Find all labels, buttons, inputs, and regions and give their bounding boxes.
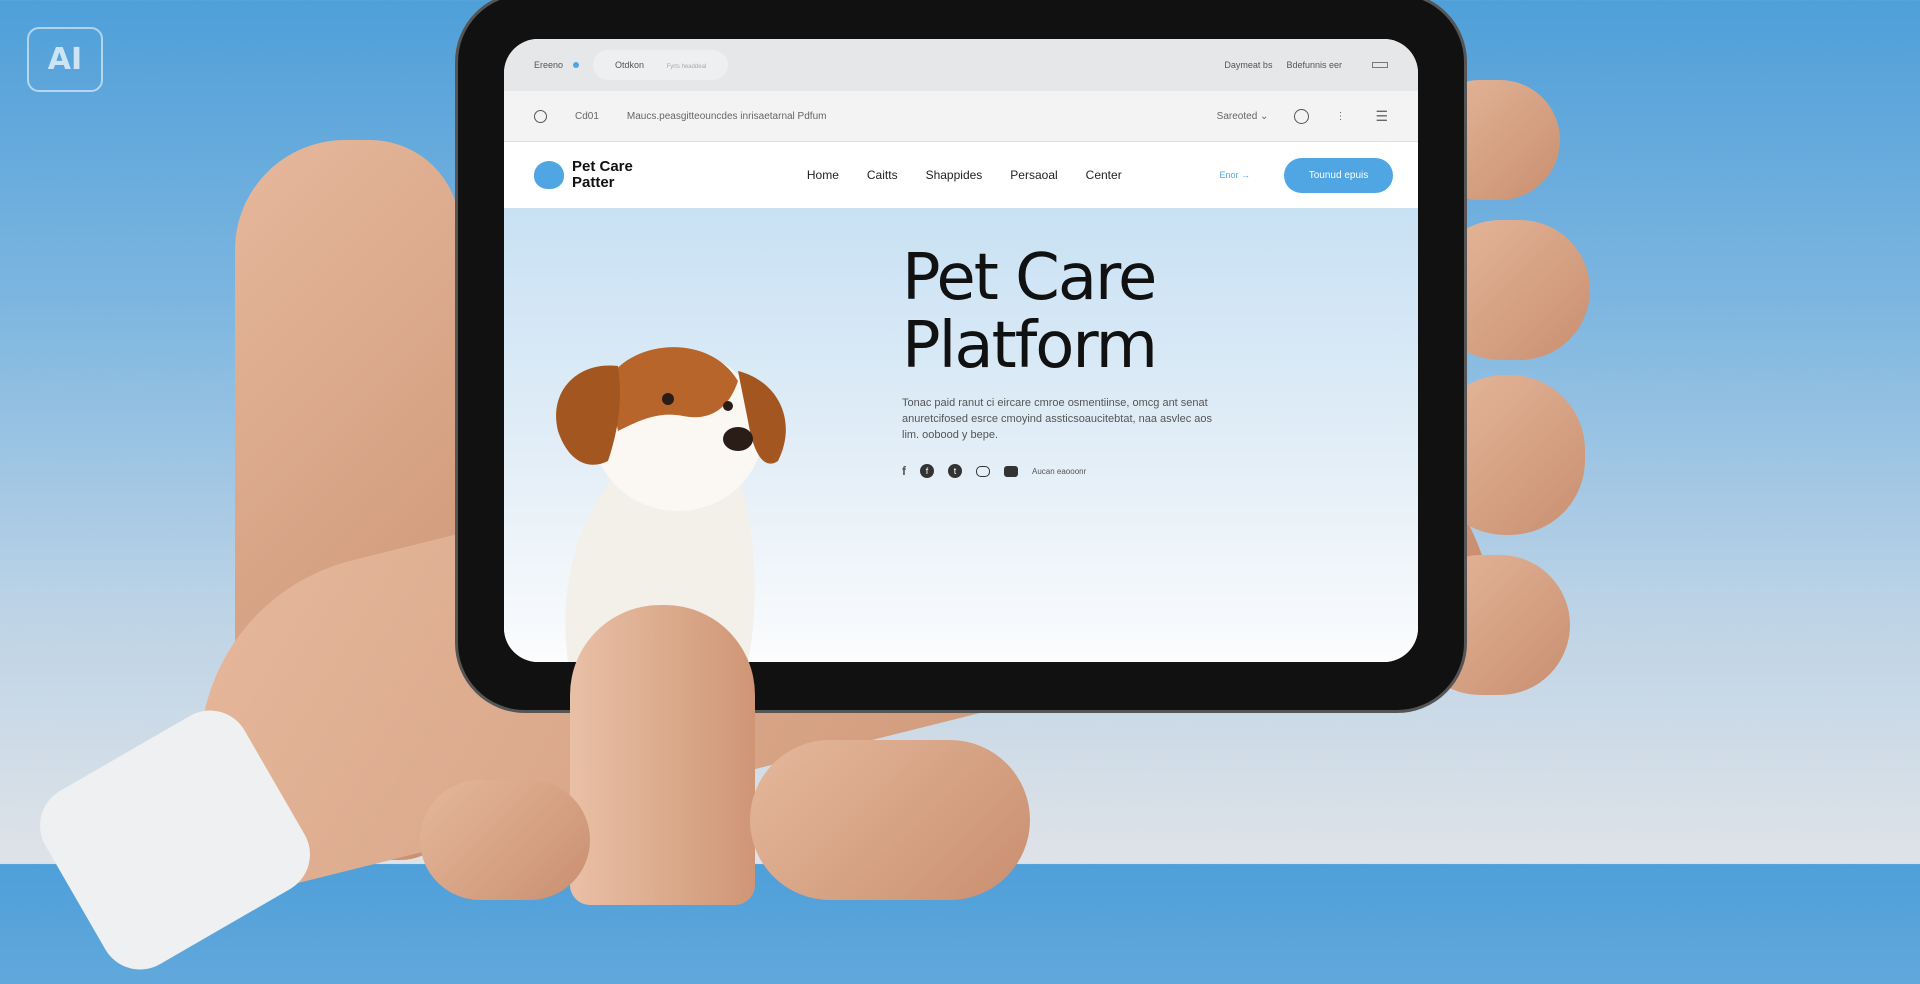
- nav-links: Home Caitts Shappides Persaoal Center: [807, 168, 1122, 182]
- ai-badge: AI: [27, 27, 103, 92]
- video-icon[interactable]: [1004, 465, 1018, 477]
- facebook-icon[interactable]: f: [920, 464, 934, 478]
- tablet-screen: Ereeno Otdkon Fyrts headdeal Daymeat bs …: [504, 39, 1418, 662]
- tab-label: Otdkon: [615, 60, 645, 70]
- hero-paragraph: Tonac paid ranut ci eircare cmroe osment…: [902, 397, 1212, 441]
- sort-dropdown[interactable]: Sareoted ⌄: [1217, 111, 1269, 122]
- twitter-icon[interactable]: t: [948, 464, 962, 478]
- nav-link-home[interactable]: Home: [807, 168, 839, 182]
- dropdown-label: Sareoted: [1216, 110, 1258, 122]
- logo-line2: Patter: [572, 174, 615, 191]
- nav-link-shappides[interactable]: Shappides: [926, 168, 983, 182]
- hero: Pet Care Platform Tonac paid ranut ci eir…: [504, 208, 1418, 662]
- logo[interactable]: Pet Care Patter: [534, 159, 633, 191]
- more-icon[interactable]: ⋮: [1335, 111, 1345, 122]
- topbar-item[interactable]: Bdefunnis eer: [1286, 60, 1342, 70]
- topbar-item[interactable]: Ereeno: [534, 60, 563, 70]
- hand-finger-bottom-2: [750, 740, 1030, 900]
- chat-icon[interactable]: [976, 465, 990, 477]
- signin-link[interactable]: Enor →: [1219, 170, 1250, 180]
- cta-button[interactable]: Tounud epuis: [1284, 157, 1393, 193]
- nav-link-caitts[interactable]: Caitts: [867, 168, 898, 182]
- menu-icon[interactable]: ☰: [1375, 108, 1388, 125]
- social-label: Aucan eaooonr: [1032, 466, 1087, 476]
- browser-tab[interactable]: Otdkon Fyrts headdeal: [593, 50, 729, 80]
- title-line1: Pet Care: [902, 241, 1157, 315]
- tab-hint: Fyrts headdeal: [666, 64, 707, 70]
- url-bar: Cd01 Maucs.peasgitteouncdes inrisaetarna…: [504, 91, 1418, 142]
- site-nav: Pet Care Patter Home Caitts Shappides Per…: [504, 142, 1418, 208]
- hand-finger-bottom: [420, 780, 590, 900]
- dot-icon: [573, 62, 580, 68]
- title-line2: Platform: [902, 309, 1158, 383]
- url-input[interactable]: Maucs.peasgitteouncdes inrisaetarnal Pdf…: [627, 111, 827, 122]
- search-icon[interactable]: [534, 109, 547, 123]
- signin-label: Enor: [1219, 170, 1239, 180]
- nav-link-center[interactable]: Center: [1086, 168, 1122, 182]
- url-tab[interactable]: Cd01: [575, 111, 599, 122]
- logo-line1: Pet Care: [572, 158, 633, 175]
- topbar-item[interactable]: Daymeat bs: [1224, 60, 1272, 70]
- paw-logo-icon: [534, 161, 564, 189]
- window-icon[interactable]: [1372, 62, 1388, 68]
- nav-link-persaoal[interactable]: Persaoal: [1010, 168, 1057, 182]
- browser-topbar: Ereeno Otdkon Fyrts headdeal Daymeat bs …: [504, 39, 1418, 91]
- search-icon[interactable]: [1294, 108, 1310, 124]
- feed-icon[interactable]: f: [902, 464, 906, 478]
- hero-title: Pet Care Platform: [902, 241, 1158, 383]
- hand-index-finger: [570, 605, 755, 905]
- social-links: f f t Aucan eaooonr: [902, 464, 1086, 478]
